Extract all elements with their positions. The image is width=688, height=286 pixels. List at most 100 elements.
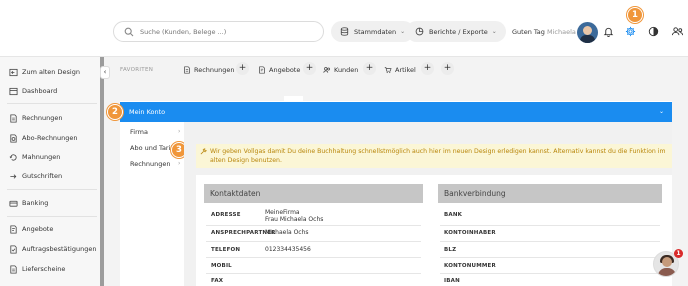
fav-tab-kunden[interactable]: Kunden bbox=[323, 63, 358, 77]
sidebar-scrollbar[interactable] bbox=[100, 57, 104, 286]
users-icon[interactable] bbox=[671, 26, 684, 37]
sidebar-item-label: Abo-Rechnungen bbox=[22, 134, 78, 142]
database-icon bbox=[340, 27, 349, 36]
notice-text: Wir geben Vollgas damit Du deine Buchhal… bbox=[210, 148, 666, 164]
chat-avatar-face bbox=[662, 257, 672, 267]
subnav-item-firma[interactable]: Firma bbox=[130, 128, 148, 136]
step-marker-2: 2 bbox=[107, 104, 123, 120]
bank-label-iban: IBAN bbox=[444, 278, 460, 284]
contact-label-adresse: ADRESSE bbox=[211, 212, 241, 218]
contact-label-mobil: MOBIL bbox=[211, 263, 232, 269]
subnav-item-abo-tarife[interactable]: Abo und Tarife bbox=[130, 144, 177, 152]
fav-tab-angebote[interactable]: Angebote bbox=[258, 63, 300, 77]
bank-label-kontonummer: KONTONUMMER bbox=[444, 263, 496, 269]
fav-add-artikel-button[interactable]: + bbox=[421, 62, 434, 75]
gear-icon[interactable] bbox=[625, 26, 636, 37]
user-avatar[interactable] bbox=[577, 22, 598, 43]
fav-tab-artikel[interactable]: Artikel bbox=[384, 63, 416, 77]
sidebar-item-rechnungen[interactable]: Rechnungen bbox=[9, 112, 63, 124]
user-name: Michaela bbox=[546, 28, 576, 36]
sidebar-divider bbox=[7, 189, 97, 190]
contact-label-telefon: TELEFON bbox=[211, 247, 241, 253]
sidebar-item-angebote[interactable]: Angebote bbox=[9, 223, 53, 235]
sidebar-item-label: Banking bbox=[22, 199, 49, 207]
sidebar-item-label: Angebote bbox=[22, 225, 54, 233]
avatar-face bbox=[583, 26, 592, 35]
wrench-icon bbox=[200, 148, 207, 155]
sidebar-item-label: Mahnungen bbox=[22, 153, 61, 161]
sidebar-item-mahnungen[interactable]: Mahnungen bbox=[9, 151, 60, 163]
fav-tab-label: Rechnungen bbox=[194, 66, 235, 74]
berichte-label: Berichte / Exporte bbox=[429, 27, 488, 36]
search-box[interactable] bbox=[113, 21, 324, 42]
contact-value-telefon: 012334435456 bbox=[265, 246, 311, 253]
stammdaten-dropdown[interactable]: Stammdaten ⌄ bbox=[331, 21, 415, 42]
cart-icon bbox=[384, 67, 392, 74]
contact-value-adresse-2: Frau Michaela Ochs bbox=[265, 216, 324, 223]
stammdaten-label: Stammdaten bbox=[354, 27, 397, 36]
fav-add-favorite-button[interactable]: + bbox=[441, 62, 454, 75]
offer-icon bbox=[259, 66, 265, 74]
row-divider bbox=[440, 225, 660, 226]
sidebar-item-auftragsbestaetigungen[interactable]: Auftragsbestätigungen bbox=[9, 243, 96, 255]
chevron-right-icon: › bbox=[178, 128, 181, 135]
help-circle-icon[interactable] bbox=[648, 26, 659, 37]
chevron-down-icon: ⌄ bbox=[491, 28, 497, 35]
sidebar-item-banking[interactable]: Banking bbox=[9, 197, 48, 209]
greeting: Guten Tag Michaela bbox=[512, 28, 576, 36]
step-marker-1: 1 bbox=[627, 7, 643, 23]
users-icon bbox=[323, 67, 330, 73]
chevron-down-icon: ⌄ bbox=[658, 108, 664, 115]
invoice-icon bbox=[10, 113, 17, 123]
sidebar-item-label: Lieferscheine bbox=[22, 265, 66, 273]
account-header-bar[interactable]: Mein Konto ⌄ bbox=[120, 102, 672, 122]
bank-icon bbox=[9, 200, 18, 207]
sidebar-item-dashboard[interactable]: Dashboard bbox=[9, 85, 57, 97]
sidebar-item-label: Dashboard bbox=[22, 87, 58, 95]
fav-add-angebot-button[interactable]: + bbox=[303, 62, 316, 75]
bank-label-bank: BANK bbox=[444, 212, 463, 218]
search-icon bbox=[124, 27, 134, 37]
contact-section-header: Kontaktdaten bbox=[204, 184, 423, 203]
sidebar-divider bbox=[7, 103, 97, 104]
berichte-dropdown[interactable]: Berichte / Exporte ⌄ bbox=[406, 21, 506, 42]
account-title: Mein Konto bbox=[129, 108, 166, 116]
avatar-body bbox=[580, 35, 595, 43]
offer-icon bbox=[10, 224, 17, 234]
chevron-right-icon: › bbox=[178, 160, 181, 167]
row-divider bbox=[206, 225, 421, 226]
fav-add-kunde-button[interactable]: + bbox=[363, 62, 376, 75]
contact-label-fax: FAX bbox=[211, 278, 224, 284]
invoice-icon bbox=[184, 66, 190, 74]
contact-value-adresse-1: MeineFirma bbox=[265, 209, 300, 216]
search-input[interactable] bbox=[140, 26, 315, 38]
bank-section-header: Bankverbindung bbox=[438, 184, 662, 203]
chevron-left-icon: ‹ bbox=[103, 68, 107, 76]
row-divider bbox=[440, 257, 660, 258]
delivery-note-icon bbox=[10, 264, 17, 274]
sidebar-collapse-button[interactable]: ‹ bbox=[100, 66, 110, 79]
row-divider bbox=[440, 273, 660, 274]
fav-add-rechnung-button[interactable]: + bbox=[236, 62, 249, 75]
fav-tab-rechnungen[interactable]: Rechnungen bbox=[183, 63, 235, 77]
back-to-old-design-icon bbox=[9, 68, 18, 76]
sidebar-item-label: Gutschriften bbox=[22, 172, 63, 180]
sidebar-item-abo-rechnungen[interactable]: Abo-Rechnungen bbox=[9, 132, 78, 144]
bank-label-blz: BLZ bbox=[444, 247, 457, 253]
row-divider bbox=[206, 257, 421, 258]
bell-icon[interactable] bbox=[603, 26, 614, 37]
credit-note-icon bbox=[10, 173, 17, 179]
subnav-item-rechnungen[interactable]: Rechnungen bbox=[130, 160, 171, 168]
subscription-invoice-icon bbox=[10, 133, 17, 143]
info-notice: Wir geben Vollgas damit Du deine Buchhal… bbox=[196, 144, 672, 168]
chat-unread-badge: 1 bbox=[674, 249, 683, 258]
sidebar-item-lieferscheine[interactable]: Lieferscheine bbox=[9, 263, 65, 275]
sidebar-divider bbox=[7, 216, 97, 217]
row-divider bbox=[206, 241, 421, 242]
reminder-icon bbox=[9, 153, 17, 160]
sidebar-item-old-design[interactable]: Zum alten Design bbox=[9, 66, 80, 78]
sidebar-item-gutschriften[interactable]: Gutschriften bbox=[9, 170, 62, 182]
bank-label-kontoinhaber: KONTOINHABER bbox=[444, 230, 496, 236]
sidebar-item-label: Zum alten Design bbox=[22, 68, 80, 76]
sidebar-item-label: Rechnungen bbox=[22, 114, 63, 122]
